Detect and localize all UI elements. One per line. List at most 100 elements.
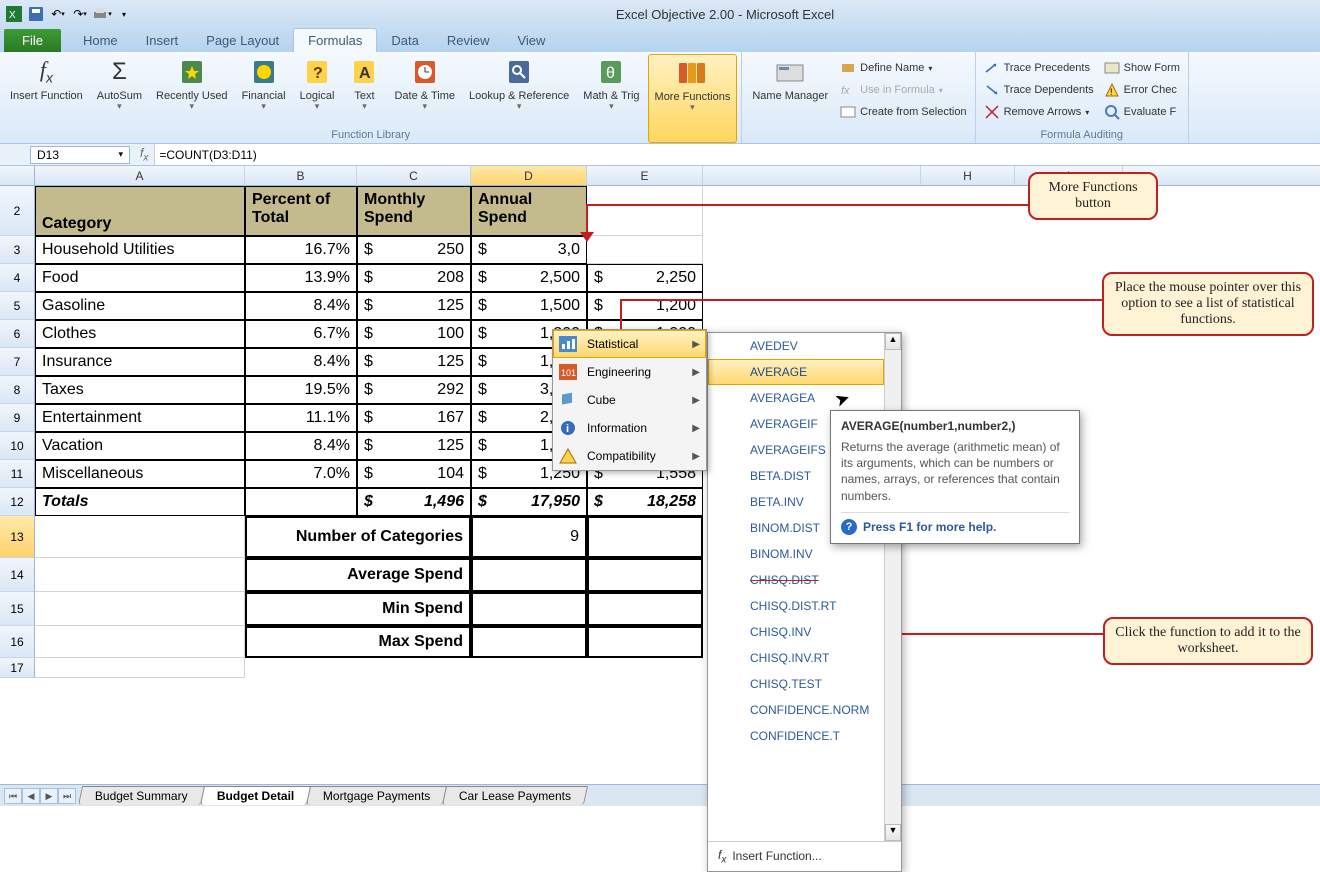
row-head[interactable]: 12 [0, 488, 35, 516]
table-cell[interactable]: $100 [357, 320, 471, 348]
fx-icon[interactable]: fx [140, 146, 148, 163]
select-all-corner[interactable] [0, 166, 35, 185]
sheet-nav-next[interactable]: ▶ [40, 788, 58, 804]
col-head-hidden[interactable] [703, 166, 921, 185]
create-from-selection-button[interactable]: Create from Selection [836, 102, 970, 122]
sheet-tab-mortgage[interactable]: Mortgage Payments [306, 786, 447, 805]
tab-formulas[interactable]: Formulas [293, 28, 377, 52]
table-cell[interactable]: 19.5% [245, 376, 357, 404]
empty-cell[interactable] [35, 626, 245, 658]
function-item-confidence-norm[interactable]: CONFIDENCE.NORM [708, 697, 884, 723]
col-head-e[interactable]: E [587, 166, 703, 185]
table-header[interactable]: Annual Spend [471, 186, 587, 236]
totals-cell[interactable]: $18,258 [587, 488, 703, 516]
summary-value-selected[interactable]: 9 [471, 516, 587, 558]
tab-review[interactable]: Review [433, 29, 504, 52]
table-cell[interactable] [245, 488, 357, 516]
sheet-nav-last[interactable]: ⏭ [58, 788, 76, 804]
menu-cube[interactable]: Cube▶ [553, 386, 706, 414]
row-head[interactable]: 16 [0, 626, 35, 658]
error-checking-button[interactable]: !Error Chec [1100, 80, 1184, 100]
qat-customize-icon[interactable]: ▾ [114, 4, 134, 24]
tab-view[interactable]: View [503, 29, 559, 52]
formula-input[interactable] [154, 144, 1320, 165]
function-item-chisq-test[interactable]: CHISQ.TEST [708, 671, 884, 697]
table-cell[interactable]: Miscellaneous [35, 460, 245, 488]
name-box[interactable]: D13▾ [30, 146, 130, 164]
menu-information[interactable]: iInformation▶ [553, 414, 706, 442]
row-head[interactable]: 11 [0, 460, 35, 488]
undo-icon[interactable]: ↶▾ [48, 4, 68, 24]
table-cell[interactable]: Gasoline [35, 292, 245, 320]
sheet-nav-first[interactable]: ⏮ [4, 788, 22, 804]
table-cell[interactable]: 13.9% [245, 264, 357, 292]
table-cell[interactable]: Clothes [35, 320, 245, 348]
menu-compatibility[interactable]: Compatibility▶ [553, 442, 706, 470]
empty-cell[interactable] [471, 558, 587, 592]
function-item-chisq-inv-rt[interactable]: CHISQ.INV.RT [708, 645, 884, 671]
table-cell[interactable]: Taxes [35, 376, 245, 404]
menu-statistical[interactable]: Statistical▶ [553, 330, 706, 358]
trace-dependents-button[interactable]: Trace Dependents [980, 80, 1098, 100]
col-head-c[interactable]: C [357, 166, 471, 185]
function-item-chisq-dist-rt[interactable]: CHISQ.DIST.RT [708, 593, 884, 619]
table-cell[interactable]: $167 [357, 404, 471, 432]
table-cell[interactable]: $292 [357, 376, 471, 404]
empty-cell[interactable] [35, 516, 245, 558]
empty-cell[interactable] [587, 186, 703, 236]
sheet-tab-budget-detail[interactable]: Budget Detail [200, 786, 311, 805]
tab-page-layout[interactable]: Page Layout [192, 29, 293, 52]
totals-cell[interactable]: $1,496 [357, 488, 471, 516]
table-cell[interactable]: Vacation [35, 432, 245, 460]
function-item-averagea[interactable]: AVERAGEA [708, 385, 884, 411]
col-head-a[interactable]: A [35, 166, 245, 185]
table-header[interactable]: Monthly Spend [357, 186, 471, 236]
table-cell[interactable]: $1,200 [587, 292, 703, 320]
excel-icon[interactable]: X [4, 4, 24, 24]
function-item-binom-inv[interactable]: BINOM.INV [708, 541, 884, 567]
row-head[interactable]: 5 [0, 292, 35, 320]
name-box-dropdown-icon[interactable]: ▾ [118, 149, 123, 160]
empty-cell[interactable] [587, 558, 703, 592]
empty-cell[interactable] [35, 658, 245, 678]
table-header[interactable]: Category [35, 186, 245, 236]
table-cell[interactable]: 6.7% [245, 320, 357, 348]
redo-icon[interactable]: ↷▾ [70, 4, 90, 24]
empty-cell[interactable] [587, 626, 703, 658]
col-head-h[interactable]: H [921, 166, 1015, 185]
row-head[interactable]: 10 [0, 432, 35, 460]
function-item-chisq-inv[interactable]: CHISQ.INV [708, 619, 884, 645]
table-cell[interactable]: $250 [357, 236, 471, 264]
totals-cell[interactable]: $17,950 [471, 488, 587, 516]
summary-label[interactable]: Number of Categories [245, 516, 471, 558]
col-head-b[interactable]: B [245, 166, 357, 185]
evaluate-formula-button[interactable]: Evaluate F [1100, 102, 1184, 122]
function-item-confidence-t[interactable]: CONFIDENCE.T [708, 723, 884, 749]
scroll-up-button[interactable]: ▲ [885, 333, 901, 350]
table-cell[interactable]: $125 [357, 348, 471, 376]
row-head[interactable]: 7 [0, 348, 35, 376]
sheet-tab-car-lease[interactable]: Car Lease Payments [442, 786, 588, 805]
scroll-down-button[interactable]: ▼ [885, 824, 901, 841]
table-cell[interactable]: Household Utilities [35, 236, 245, 264]
function-item-average[interactable]: AVERAGE [708, 359, 884, 385]
summary-label[interactable]: Average Spend [245, 558, 471, 592]
save-icon[interactable] [26, 4, 46, 24]
table-cell[interactable]: 8.4% [245, 348, 357, 376]
tab-data[interactable]: Data [377, 29, 432, 52]
col-head-d[interactable]: D [471, 166, 587, 185]
insert-function-item[interactable]: fx Insert Function... [708, 841, 901, 871]
row-head[interactable]: 15 [0, 592, 35, 626]
show-formulas-button[interactable]: Show Form [1100, 58, 1184, 78]
function-item-chisq-dist[interactable]: CHISQ.DIST [708, 567, 884, 593]
table-cell[interactable]: 8.4% [245, 292, 357, 320]
empty-cell[interactable] [35, 558, 245, 592]
sheet-nav-prev[interactable]: ◀ [22, 788, 40, 804]
remove-arrows-button[interactable]: Remove Arrows ▾ [980, 102, 1098, 122]
row-head[interactable]: 3 [0, 236, 35, 264]
summary-label[interactable]: Min Spend [245, 592, 471, 626]
table-cell[interactable]: Food [35, 264, 245, 292]
empty-cell[interactable] [35, 592, 245, 626]
print-icon[interactable]: ▾ [92, 4, 112, 24]
table-header[interactable]: Percent of Total [245, 186, 357, 236]
